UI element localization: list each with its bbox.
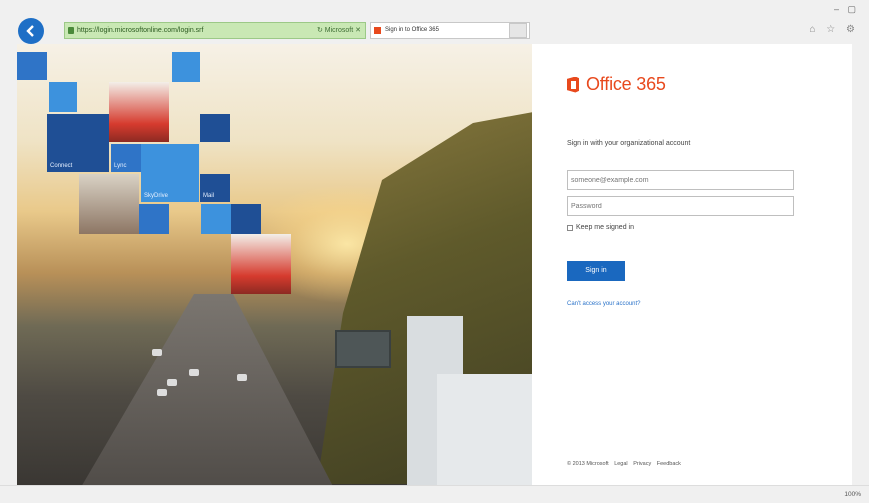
address-text: https://login.microsoftonline.com/login.… xyxy=(77,27,204,34)
browser-tab[interactable]: Sign in to Office 365 ✕ xyxy=(370,22,530,39)
tab-title: Sign in to Office 365 xyxy=(385,27,439,33)
toolbar-icons[interactable]: ⌂ ☆ ⚙ xyxy=(809,24,859,35)
copyright: © 2013 Microsoft xyxy=(567,461,609,467)
tile-mail: Mail xyxy=(200,174,230,202)
tile-lync: Lync xyxy=(111,144,141,172)
tile-connect: Connect xyxy=(47,114,109,172)
person-photo xyxy=(231,234,291,294)
brand-name: Office 365 xyxy=(586,74,666,94)
person-photo xyxy=(109,82,169,142)
lock-icon xyxy=(68,27,74,34)
office-favicon-icon xyxy=(374,27,381,34)
signin-panel: Office 365 Sign in with your organizatio… xyxy=(532,44,852,485)
tile-skydrive: SkyDrive xyxy=(141,144,199,202)
keep-signed-in-label: Keep me signed in xyxy=(576,224,634,231)
password-input[interactable] xyxy=(567,196,794,216)
feedback-link[interactable]: Feedback xyxy=(657,461,681,467)
username-input[interactable] xyxy=(567,170,794,190)
privacy-link[interactable]: Privacy xyxy=(633,461,651,467)
keep-signed-in[interactable]: Keep me signed in xyxy=(567,224,634,231)
status-bar: 100% xyxy=(0,485,869,503)
address-tools[interactable]: ↻ Microsoft ✕ xyxy=(317,23,361,38)
address-bar[interactable]: https://login.microsoftonline.com/login.… xyxy=(64,22,366,39)
highway-sign xyxy=(335,330,391,368)
office-logo-icon xyxy=(567,76,581,94)
new-tab-button[interactable] xyxy=(509,23,527,38)
zoom-level[interactable]: 100% xyxy=(844,491,861,498)
person-photo xyxy=(79,174,139,234)
browser-chrome: https://login.microsoftonline.com/login.… xyxy=(0,0,869,44)
keep-signed-in-checkbox[interactable] xyxy=(567,224,573,231)
signin-prompt: Sign in with your organizational account xyxy=(567,140,691,147)
hero-image: Connect Lync SkyDrive Mail xyxy=(17,44,532,485)
cant-access-link[interactable]: Can't access your account? xyxy=(567,301,641,307)
footer: © 2013 Microsoft Legal Privacy Feedback xyxy=(567,461,681,467)
back-arrow-icon xyxy=(26,25,34,37)
legal-link[interactable]: Legal xyxy=(614,461,627,467)
sign-in-button[interactable]: Sign in xyxy=(567,261,625,281)
back-button[interactable] xyxy=(18,18,44,44)
window-controls[interactable]: – ▢ xyxy=(834,4,859,15)
office365-logo: Office 365 xyxy=(567,74,666,95)
